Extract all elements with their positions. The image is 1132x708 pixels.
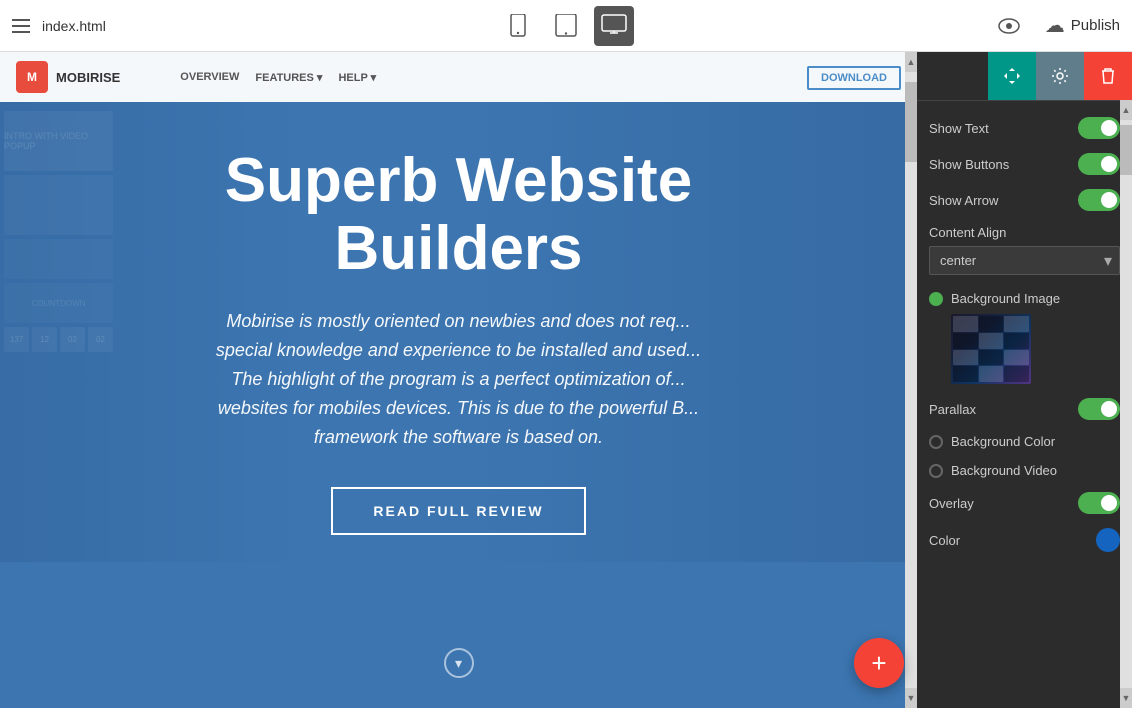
content-align-row: Content Align left center right: [929, 225, 1120, 275]
tc8: [979, 350, 1004, 366]
content-align-select[interactable]: left center right: [929, 246, 1120, 275]
tc10: [953, 366, 978, 382]
show-arrow-toggle[interactable]: [1078, 189, 1120, 211]
panel-scroll-down[interactable]: ▼: [1120, 688, 1132, 708]
bg-color-radio[interactable]: [929, 435, 943, 449]
preview-logo: M MOBIRISE: [16, 61, 120, 93]
preview-download-btn: DOWNLOAD: [807, 66, 901, 90]
cloud-icon: ☁: [1045, 13, 1065, 38]
background-image-header: Background Image: [929, 291, 1120, 306]
show-buttons-toggle[interactable]: [1078, 153, 1120, 175]
canvas-scrollbar[interactable]: ▲ ▼: [905, 52, 917, 708]
right-panel: Show Text Show Buttons Show Arrow Conten…: [917, 52, 1132, 708]
overlay-toggle[interactable]: [1078, 492, 1120, 514]
panel-content: Show Text Show Buttons Show Arrow Conten…: [917, 101, 1132, 708]
nav-features: FEATURES ▾: [255, 71, 322, 84]
tc7: [953, 350, 978, 366]
show-arrow-label: Show Arrow: [929, 193, 998, 208]
bg-image-label: Background Image: [951, 291, 1060, 306]
parallax-toggle[interactable]: [1078, 398, 1120, 420]
panel-toolbar: [917, 52, 1132, 101]
preview-logo-text: MOBIRISE: [56, 70, 120, 85]
show-buttons-label: Show Buttons: [929, 157, 1009, 172]
tablet-device-btn[interactable]: [546, 6, 586, 46]
tc4: [953, 333, 978, 349]
tc12: [1004, 366, 1029, 382]
parallax-row: Parallax: [929, 398, 1120, 420]
preview-content: M MOBIRISE OVERVIEW FEATURES ▾ HELP ▾ DO…: [0, 52, 917, 708]
panel-scroll-up[interactable]: ▲: [1120, 100, 1132, 120]
background-color-row: Background Color: [929, 434, 1120, 449]
topbar-right: ☁ Publish: [989, 6, 1120, 46]
preview-navbar: M MOBIRISE OVERVIEW FEATURES ▾ HELP ▾ DO…: [0, 52, 917, 102]
color-label: Color: [929, 533, 960, 548]
nav-help: HELP ▾: [338, 71, 376, 84]
content-align-select-wrapper: left center right: [929, 246, 1120, 275]
color-swatch[interactable]: [1096, 528, 1120, 552]
device-switcher: [498, 6, 634, 46]
hero-description: Mobirise is mostly oriented on newbies a…: [69, 307, 849, 451]
panel-scrollbar[interactable]: ▲ ▼: [1120, 100, 1132, 708]
color-row: Color: [929, 528, 1120, 552]
overlay-row: Overlay: [929, 492, 1120, 514]
background-video-row: Background Video: [929, 463, 1120, 478]
desktop-device-btn[interactable]: [594, 6, 634, 46]
scroll-down-btn[interactable]: ▼: [905, 688, 917, 708]
panel-scroll-thumb[interactable]: [1120, 125, 1132, 175]
bg-video-label: Background Video: [951, 463, 1057, 478]
nav-overview: OVERVIEW: [180, 71, 239, 84]
main-area: M MOBIRISE OVERVIEW FEATURES ▾ HELP ▾ DO…: [0, 52, 1132, 708]
publish-label: Publish: [1071, 17, 1120, 34]
show-text-label: Show Text: [929, 121, 989, 136]
scroll-thumb[interactable]: [905, 82, 917, 162]
show-text-toggle[interactable]: [1078, 117, 1120, 139]
preview-nav-links: OVERVIEW FEATURES ▾ HELP ▾: [180, 71, 376, 84]
canvas: M MOBIRISE OVERVIEW FEATURES ▾ HELP ▾ DO…: [0, 52, 917, 708]
tc6: [1004, 333, 1029, 349]
mobile-device-btn[interactable]: [498, 6, 538, 46]
delete-button[interactable]: [1084, 52, 1132, 100]
show-buttons-row: Show Buttons: [929, 153, 1120, 175]
settings-button[interactable]: [1036, 52, 1084, 100]
file-name: index.html: [42, 18, 106, 34]
hero-content: Superb WebsiteBuilders Mobirise is mostl…: [69, 147, 849, 535]
background-image-row: Background Image: [929, 291, 1120, 384]
move-button[interactable]: [988, 52, 1036, 100]
tc9: [1004, 350, 1029, 366]
scroll-track: [905, 72, 917, 688]
show-arrow-row: Show Arrow: [929, 189, 1120, 211]
scroll-up-btn[interactable]: ▲: [905, 52, 917, 72]
overlay-label: Overlay: [929, 496, 974, 511]
tc3: [1004, 316, 1029, 332]
content-align-label: Content Align: [929, 225, 1120, 240]
hamburger-menu[interactable]: [12, 19, 30, 33]
preview-nav-cta: DOWNLOAD: [807, 68, 901, 86]
fab-icon: +: [871, 648, 886, 679]
hero-arrow-down[interactable]: ▾: [444, 648, 474, 678]
publish-button[interactable]: ☁ Publish: [1045, 13, 1120, 38]
bg-thumbnail-inner: [951, 314, 1031, 384]
topbar: index.html ☁ Publish: [0, 0, 1132, 52]
bg-color-label: Background Color: [951, 434, 1055, 449]
tc5: [979, 333, 1004, 349]
hero-cta-button[interactable]: READ FULL REVIEW: [331, 487, 585, 535]
bg-video-radio[interactable]: [929, 464, 943, 478]
bg-image-radio[interactable]: [929, 292, 943, 306]
tc2: [979, 316, 1004, 332]
tc1: [953, 316, 978, 332]
fab-add-button[interactable]: +: [854, 638, 904, 688]
panel-scroll-track: [1120, 120, 1132, 688]
preview-btn[interactable]: [989, 6, 1029, 46]
bg-image-thumbnail[interactable]: [951, 314, 1031, 384]
show-text-row: Show Text: [929, 117, 1120, 139]
parallax-label: Parallax: [929, 402, 976, 417]
preview-logo-icon: M: [16, 61, 48, 93]
hero-title: Superb WebsiteBuilders: [69, 147, 849, 283]
tc11: [979, 366, 1004, 382]
